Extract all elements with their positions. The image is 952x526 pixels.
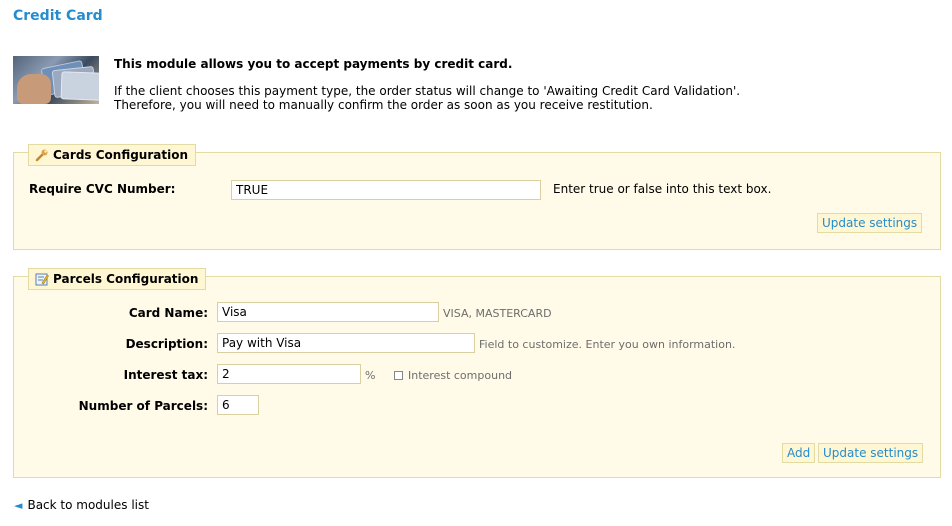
cvc-label: Require CVC Number: (29, 182, 176, 196)
interest-compound-checkbox[interactable] (394, 371, 403, 380)
number-of-parcels-input[interactable] (217, 395, 259, 415)
add-button[interactable]: Add (782, 443, 816, 463)
credit-cards-image (13, 56, 99, 104)
card-name-input[interactable] (217, 302, 439, 322)
interest-tax-input[interactable] (217, 364, 361, 384)
interest-unit: % (365, 369, 376, 382)
card-shape (60, 71, 99, 101)
card-name-label: Card Name: (128, 306, 208, 320)
back-link-label: Back to modules list (27, 498, 149, 512)
parcels-configuration-legend: Parcels Configuration (28, 268, 207, 290)
intro-heading: This module allows you to accept payment… (114, 57, 513, 71)
update-settings-button[interactable]: Update settings (818, 443, 924, 463)
intro-text: If the client chooses this payment type,… (114, 84, 741, 98)
legend-label: Cards Configuration (53, 148, 189, 162)
cvc-input[interactable] (231, 180, 541, 200)
interest-tax-label: Interest tax: (123, 368, 208, 382)
update-settings-button[interactable]: Update settings (817, 213, 923, 233)
intro-text: Therefore, you will need to manually con… (114, 98, 653, 112)
edit-note-icon (35, 272, 49, 286)
description-input[interactable] (217, 333, 475, 353)
page-title: Credit Card (13, 8, 103, 24)
description-label: Description: (125, 337, 208, 351)
parcels-configuration-panel: Parcels Configuration Card Name: VISA, M… (13, 268, 941, 478)
legend-label: Parcels Configuration (53, 272, 199, 286)
wrench-icon (35, 148, 49, 162)
cards-configuration-panel: Cards Configuration Require CVC Number: … (13, 144, 941, 250)
card-name-hint: VISA, MASTERCARD (443, 307, 552, 320)
arrow-left-icon: ◄ (14, 499, 23, 512)
cards-configuration-legend: Cards Configuration (28, 144, 197, 166)
back-to-modules-link[interactable]: ◄ Back to modules list (14, 498, 149, 512)
cvc-hint: Enter true or false into this text box. (553, 182, 772, 196)
description-hint: Field to customize. Enter you own inform… (479, 338, 736, 351)
hand-shape (17, 74, 51, 104)
page: Credit Card This module allows you to ac… (0, 0, 952, 526)
number-of-parcels-label: Number of Parcels: (78, 399, 208, 413)
interest-compound-label: Interest compound (408, 369, 513, 382)
